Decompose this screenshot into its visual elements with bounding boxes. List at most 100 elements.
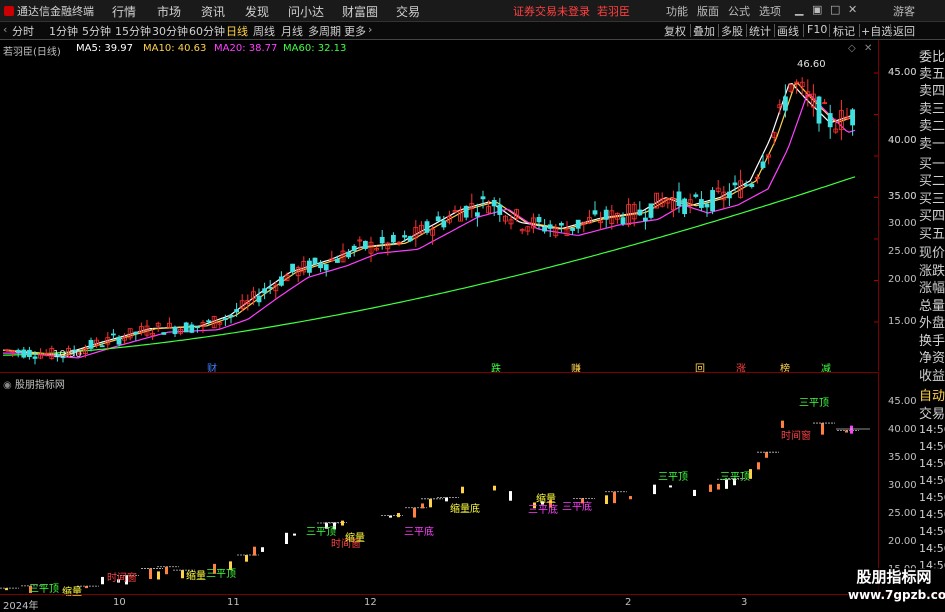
watermark: 股朋指标网 www.7gpzb.com — [848, 568, 945, 608]
indicator-bar — [165, 566, 168, 575]
side-label: 买二 — [919, 174, 945, 189]
period-more[interactable]: 更多 — [344, 23, 366, 39]
ma5-label: MA5: 39.97 — [76, 43, 134, 54]
menu-item-faxian[interactable]: 发现 — [245, 3, 269, 20]
indicator-bar — [757, 462, 760, 470]
menu-xuanxiang[interactable]: 选项 — [759, 3, 781, 19]
settings-icon[interactable]: ◇ — [848, 43, 856, 54]
side-trade-tab[interactable]: 交易 — [919, 403, 945, 422]
candle-body — [643, 217, 648, 221]
period-multi[interactable]: 多周期 — [308, 23, 341, 39]
side-auto-tab[interactable]: 自动 — [919, 385, 945, 404]
candle-body — [15, 349, 21, 353]
candle-body — [603, 209, 609, 220]
header-stock-name: 若羽臣 — [597, 5, 630, 18]
tool-fuquan[interactable]: 复权 — [664, 23, 686, 39]
main-y-35: 35.00 — [888, 191, 917, 202]
period-toolbar: ‹ 分时 1分钟 5分钟 15分钟 30分钟 60分钟 日线 周线 月线 多周期… — [0, 22, 945, 40]
restore-button[interactable]: ▣ — [812, 3, 822, 16]
ind-y-35: 35.00 — [888, 452, 917, 463]
candle-body — [306, 260, 312, 273]
menu-banmian[interactable]: 版面 — [697, 3, 719, 19]
x-axis: 2024年 10 11 12 2 3 — [0, 594, 945, 612]
period-weekly[interactable]: 周线 — [253, 23, 275, 39]
period-5min[interactable]: 5分钟 — [82, 23, 111, 39]
candle-body — [267, 286, 273, 289]
tool-tongji[interactable]: 统计 — [749, 23, 771, 39]
tool-duogu[interactable]: 多股 — [721, 23, 743, 39]
guest-label[interactable]: 游客 — [893, 3, 915, 19]
tool-diejia[interactable]: 叠加 — [693, 23, 715, 39]
toolbar-prev-icon[interactable]: ‹ — [3, 23, 7, 36]
indicator-bar — [693, 489, 696, 496]
ind-y-30: 30.00 — [888, 480, 917, 491]
tool-huaxian[interactable]: 画线 — [777, 23, 799, 39]
ind-label: 三平底 — [404, 527, 434, 538]
candle-body — [21, 349, 27, 358]
ind-label: 三平顶 — [658, 472, 688, 483]
menu-item-shichang[interactable]: 市场 — [157, 3, 181, 20]
candle-body — [497, 204, 503, 215]
watermark-url: www.7gpzb.com — [848, 588, 945, 602]
candle-body — [743, 184, 749, 187]
period-1min[interactable]: 1分钟 — [49, 23, 78, 39]
candle-body — [262, 288, 268, 294]
candle-body — [334, 258, 340, 263]
period-monthly[interactable]: 月线 — [281, 23, 303, 39]
indicator-chart[interactable]: ◉ 股朋指标网 三平顶 缩量 时间窗 缩量 三平顶 三平顶 时间窗 缩量 三平底… — [0, 372, 879, 598]
indicator-bar — [709, 484, 712, 492]
candle-body — [346, 251, 352, 258]
indicator-bar — [445, 497, 448, 502]
tool-f10[interactable]: F10 — [807, 23, 827, 36]
indicator-toggle-icon[interactable]: ◉ — [3, 380, 12, 391]
indicator-bar — [293, 533, 296, 536]
menu-item-hangqing[interactable]: 行情 — [112, 3, 136, 20]
main-kline-chart[interactable]: 若羽臣(日线) MA5: 39.97 MA10: 40.63 MA20: 38.… — [0, 40, 917, 375]
x-tick-10: 10 — [113, 597, 126, 608]
ma60-label: MA60: 32.13 — [283, 43, 347, 54]
menu-gongshi[interactable]: 公式 — [728, 3, 750, 19]
tool-zixuan[interactable]: +自选 — [861, 23, 892, 39]
menu-item-wenxiaoda[interactable]: 问小达 — [288, 3, 324, 20]
ma20-label: MA20: 38.77 — [214, 43, 278, 54]
login-notice: 证券交易未登录 若羽臣 — [513, 3, 630, 19]
app-brand: 通达信金融终端 — [4, 3, 94, 19]
ma-line — [3, 82, 856, 356]
candle-body — [474, 212, 480, 217]
x-tick-12: 12 — [364, 597, 377, 608]
side-time: 14:56 — [919, 542, 945, 555]
x-tick-2024: 2024年 — [3, 601, 39, 612]
main-y-20: 20.00 — [888, 274, 917, 285]
period-60min[interactable]: 60分钟 — [189, 23, 225, 39]
ind-label: 三平顶 — [29, 584, 59, 595]
indicator-bar — [245, 554, 248, 562]
more-arrow-icon[interactable]: › — [368, 23, 372, 36]
side-label: 卖四 — [919, 84, 945, 99]
candle-body — [570, 227, 575, 231]
tool-biaoji[interactable]: 标记 — [833, 23, 855, 39]
ind-label: 时间窗 — [107, 573, 137, 584]
minimize-button[interactable]: ▁ — [795, 3, 803, 16]
maximize-button[interactable]: □ — [830, 3, 840, 16]
menu-item-caifuquan[interactable]: 财富圈 — [342, 3, 378, 20]
close-icon[interactable]: ✕ — [848, 3, 857, 16]
period-15min[interactable]: 15分钟 — [115, 23, 151, 39]
close-chart-icon[interactable]: ✕ — [864, 43, 872, 54]
menu-item-zixun[interactable]: 资讯 — [201, 3, 225, 20]
period-30min[interactable]: 30分钟 — [152, 23, 188, 39]
candle-body — [183, 322, 189, 333]
candle-body — [827, 113, 833, 128]
period-fenshi[interactable]: 分时 — [12, 23, 34, 39]
main-y-45: 45.00 — [888, 67, 917, 78]
side-label: 涨幅 — [919, 281, 945, 296]
candle-body — [189, 324, 195, 333]
ind-label: 三平底 — [562, 502, 592, 513]
tool-fanhui[interactable]: 返回 — [893, 23, 915, 39]
menu-gongneng[interactable]: 功能 — [666, 3, 688, 19]
indicator-bar — [341, 520, 344, 526]
period-daily[interactable]: 日线 — [226, 23, 248, 39]
indicator-bar — [149, 568, 152, 580]
menu-item-jiaoyi[interactable]: 交易 — [396, 3, 420, 20]
indicator-bar — [253, 546, 256, 556]
indicator-bar — [261, 547, 264, 552]
